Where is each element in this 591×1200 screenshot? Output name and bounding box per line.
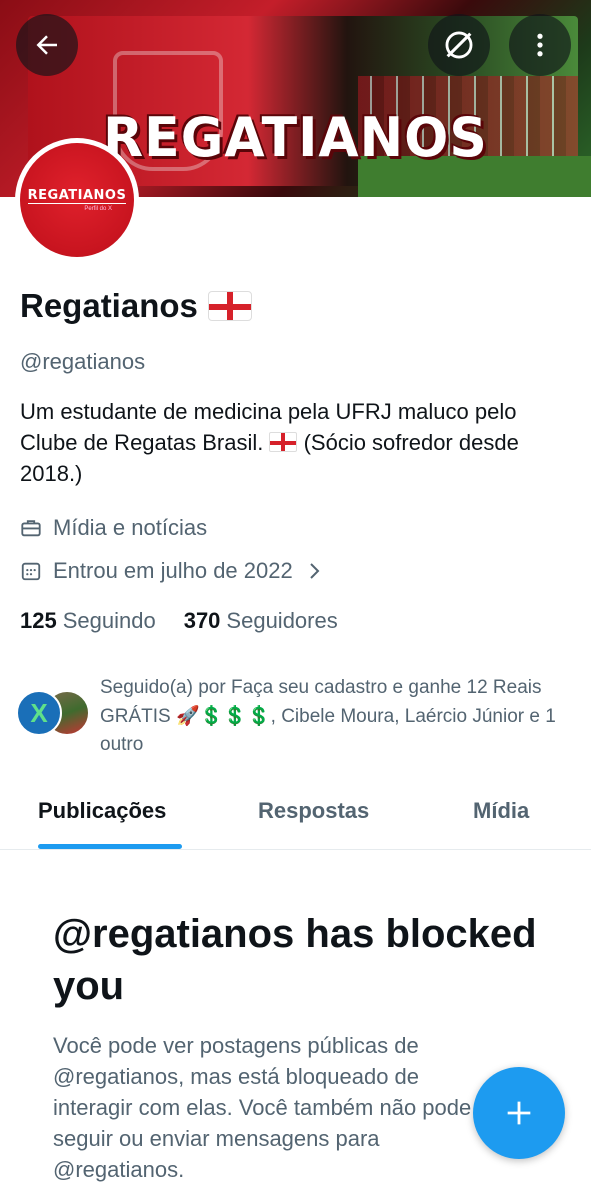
profile-name-row: Regatianos	[20, 287, 252, 325]
arrow-left-icon	[36, 35, 57, 55]
profile-tabs: Publicações Respostas Mídia	[0, 780, 591, 850]
join-date-label: Entrou em julho de 2022	[53, 558, 293, 583]
profile-avatar[interactable]: REGATIANOS Perfil do X	[15, 138, 139, 262]
profile-category: Mídia e notícias	[20, 515, 207, 541]
profile-bio: Um estudante de medicina pela UFRJ maluc…	[20, 396, 575, 489]
avatar-logo-text: REGATIANOS	[27, 188, 127, 204]
avatar-image: REGATIANOS Perfil do X	[20, 143, 134, 257]
followers-label: Seguidores	[226, 608, 338, 633]
tab-midia[interactable]: Mídia	[473, 798, 529, 824]
calendar-icon	[20, 560, 42, 582]
following-label: Seguindo	[62, 608, 156, 633]
blocked-icon	[445, 31, 473, 59]
category-label: Mídia e notícias	[53, 515, 208, 540]
followed-by-text[interactable]: Seguido(a) por Faça seu cadastro e ganhe…	[100, 674, 570, 760]
profile-join-date[interactable]: Entrou em julho de 2022	[20, 558, 323, 584]
follower-avatar-letter: X	[30, 697, 48, 728]
tab-respostas[interactable]: Respostas	[258, 798, 369, 824]
profile-handle: @regatianos	[20, 349, 146, 374]
chevron-right-icon	[307, 561, 323, 581]
profile-stats: 125 Seguindo 370 Seguidores	[20, 608, 366, 634]
back-button[interactable]	[16, 14, 78, 76]
following-count: 125	[20, 608, 57, 633]
followed-by-avatars[interactable]: X	[16, 690, 96, 738]
tab-publicacoes[interactable]: Publicações	[38, 798, 166, 824]
briefcase-icon	[20, 517, 42, 539]
england-flag-icon	[269, 432, 298, 452]
active-tab-indicator	[38, 844, 182, 849]
compose-button[interactable]	[473, 1067, 565, 1159]
plus-icon	[507, 1101, 531, 1125]
blocked-title: @regatianos has blocked you	[53, 912, 537, 1008]
avatar-logo-subtext: Perfil do X	[84, 206, 112, 212]
follower-avatar: X	[16, 690, 62, 736]
blocked-body: Você pode ver postagens públicas de @reg…	[53, 1033, 472, 1182]
more-options-button[interactable]	[509, 14, 571, 76]
followers-link[interactable]: 370 Seguidores	[184, 608, 338, 634]
blocked-indicator-button[interactable]	[428, 14, 490, 76]
england-flag-icon	[207, 291, 252, 321]
more-vertical-icon	[537, 33, 543, 57]
profile-name: Regatianos	[20, 287, 198, 324]
followers-count: 370	[183, 608, 221, 633]
following-link[interactable]: 125 Seguindo	[20, 608, 156, 634]
